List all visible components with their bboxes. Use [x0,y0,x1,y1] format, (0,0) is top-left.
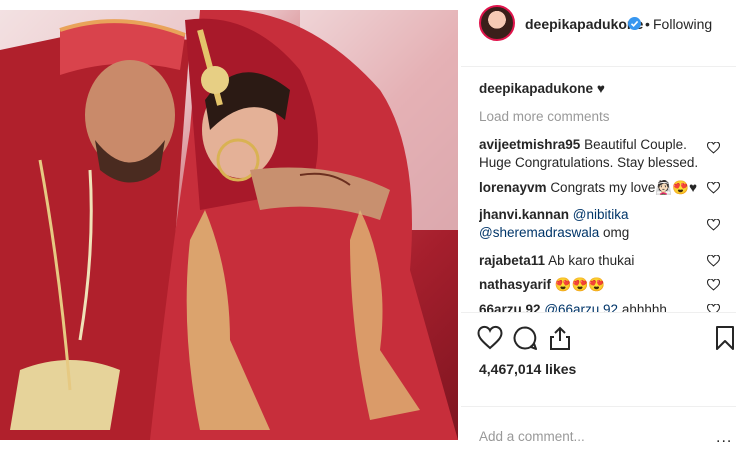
comment-row: jhanvi.kannan @nibitika @sheremadraswala… [479,206,707,242]
comment-username[interactable]: rajabeta11 [479,253,545,268]
comment-username[interactable]: nathasyarif [479,277,551,292]
comment-row: lorenayvm Congrats my love👰🏻😍♥ [479,179,707,197]
caption-username[interactable]: deepikapadukone [479,81,593,96]
post-actions: 4,467,014 likes [461,312,736,408]
comment-row: nathasyarif 😍😍😍 [479,276,707,294]
likes-count[interactable]: 4,467,014 likes [479,361,576,377]
wedding-photo-illustration [0,10,458,440]
comment-username[interactable]: lorenayvm [479,180,547,195]
comment-row: avijeetmishra95 Beautiful Couple. Huge C… [479,136,707,172]
comment-bubble-icon[interactable] [512,325,538,351]
bookmark-icon[interactable] [712,325,736,351]
post-photo[interactable] [0,10,458,440]
load-more-comments-link[interactable]: Load more comments [479,108,610,126]
caption-text: ♥ [596,81,605,96]
verified-badge-icon [628,17,641,30]
more-options-icon[interactable]: ... [716,429,732,447]
comment-username[interactable]: avijeetmishra95 [479,137,580,152]
comment-row: rajabeta11 Ab karo thukai [479,252,707,270]
comment-username[interactable]: 66arzu.92 [479,302,541,312]
post-username[interactable]: deepikapadukone [525,16,643,32]
like-comment-heart-icon[interactable] [707,219,720,231]
like-comment-heart-icon[interactable] [707,142,720,154]
follow-separator: • [645,16,650,32]
comment-row: 66arzu.92 @66arzu.92 ahhhhh [479,301,707,312]
post-header: deepikapadukone • Following [461,0,736,67]
share-icon[interactable] [547,325,573,351]
like-comment-heart-icon[interactable] [707,279,720,291]
comment-username[interactable]: jhanvi.kannan [479,207,569,222]
like-comment-heart-icon[interactable] [707,304,720,312]
comment-text: omg [603,225,630,240]
add-comment-bar: Add a comment... ... [461,406,736,451]
comments-list: deepikapadukone ♥ Load more comments avi… [479,80,729,312]
comment-text: 😍😍😍 [554,277,606,292]
post-sidebar: deepikapadukone • Following deepikapaduk… [461,0,736,450]
comment-text: Congrats my love👰🏻😍♥ [550,180,697,195]
following-button[interactable]: Following [653,16,712,32]
comment-mention[interactable]: @66arzu.92 [544,302,618,312]
like-comment-heart-icon[interactable] [707,255,720,267]
comment-mention[interactable]: @nibitika [573,207,629,222]
caption: deepikapadukone ♥ [479,80,605,98]
like-heart-icon[interactable] [477,325,503,351]
comment-mention[interactable]: @sheremadraswala [479,225,599,240]
comment-text: ahhhhh [621,302,667,312]
like-comment-heart-icon[interactable] [707,182,720,194]
avatar[interactable] [479,5,515,41]
comment-text: Ab karo thukai [548,253,635,268]
add-comment-input[interactable]: Add a comment... [479,429,585,444]
